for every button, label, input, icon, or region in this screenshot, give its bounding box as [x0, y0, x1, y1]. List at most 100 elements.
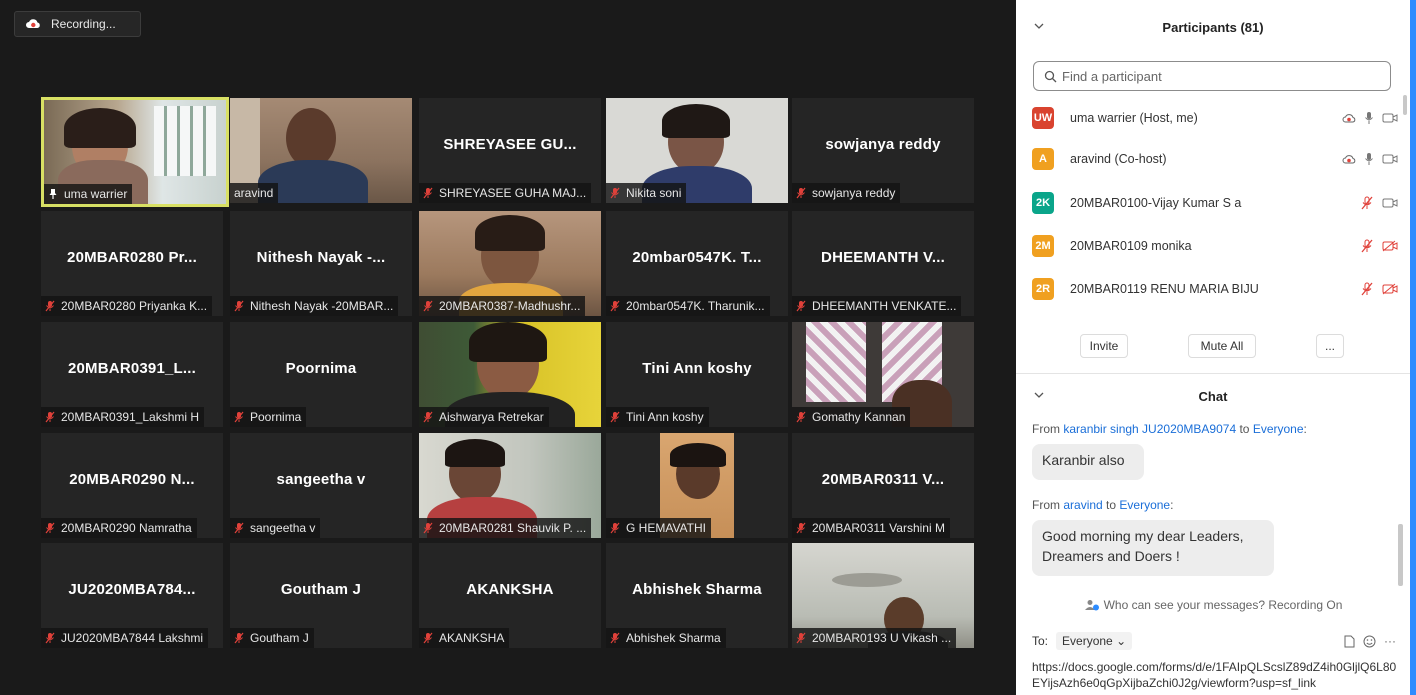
- participant-search-input[interactable]: Find a participant: [1033, 61, 1391, 91]
- participant-name-text: uma warrier: [64, 187, 128, 201]
- microphone-muted-icon: [423, 411, 433, 423]
- participant-name-text: 20MBAR0193 U Vikash ...: [812, 631, 952, 645]
- microphone-muted-icon: [796, 300, 806, 312]
- to-label: To:: [1032, 634, 1049, 648]
- more-options-icon[interactable]: ···: [1384, 634, 1396, 648]
- video-camera-icon[interactable]: [1382, 153, 1398, 165]
- video-tile[interactable]: Goutham J Goutham J: [230, 543, 412, 648]
- video-camera-off-icon[interactable]: [1382, 240, 1398, 252]
- microphone-muted-icon: [610, 411, 620, 423]
- chevron-down-icon[interactable]: [1034, 391, 1044, 399]
- recipient-dropdown[interactable]: Everyone ⌄: [1056, 632, 1133, 650]
- recipient-name[interactable]: Everyone: [1119, 498, 1170, 512]
- window-edge: [1410, 0, 1416, 695]
- participant-name-text: 20MBAR0281 Shauvik P. ...: [439, 521, 587, 535]
- microphone-icon[interactable]: [1364, 152, 1374, 166]
- video-camera-off-icon[interactable]: [1382, 283, 1398, 295]
- participant-row[interactable]: UW uma warrier (Host, me): [1032, 102, 1404, 134]
- microphone-muted-icon: [45, 300, 55, 312]
- video-tile[interactable]: 20MBAR0387-Madhushr...: [419, 211, 601, 316]
- video-camera-icon[interactable]: [1382, 197, 1398, 209]
- microphone-muted-icon: [45, 411, 55, 423]
- participants-scrollbar[interactable]: [1403, 95, 1407, 115]
- video-tile[interactable]: Nikita soni: [606, 98, 788, 203]
- microphone-muted-icon[interactable]: [1360, 239, 1374, 253]
- microphone-icon[interactable]: [1364, 111, 1374, 125]
- chat-scrollbar[interactable]: [1398, 524, 1403, 586]
- sender-name[interactable]: karanbir singh JU2020MBA9074: [1063, 422, 1236, 436]
- participant-name-text: 20MBAR0280 Priyanka K...: [61, 299, 208, 313]
- participant-name-label: 20MBAR0281 Shauvik P. ...: [419, 518, 592, 538]
- participant-name-text: sangeetha v: [250, 521, 316, 535]
- participant-name-text: 20MBAR0387-Madhushr...: [439, 299, 581, 313]
- avatar: 2R: [1032, 278, 1054, 300]
- microphone-muted-icon[interactable]: [1360, 196, 1374, 210]
- participant-display-name: SHREYASEE GU...: [443, 136, 577, 153]
- who-can-see-notice[interactable]: Who can see your messages? Recording On: [1016, 598, 1410, 612]
- participant-display-name: Nithesh Nayak -...: [256, 249, 386, 266]
- video-tile[interactable]: AKANKSHA AKANKSHA: [419, 543, 601, 648]
- video-tile[interactable]: 20MBAR0281 Shauvik P. ...: [419, 433, 601, 538]
- participants-title: Participants (81): [1162, 19, 1264, 35]
- divider: [1016, 373, 1410, 374]
- sender-name[interactable]: aravind: [1063, 498, 1102, 512]
- video-tile[interactable]: DHEEMANTH V... DHEEMANTH VENKATE...: [792, 211, 974, 316]
- participant-row[interactable]: 2K 20MBAR0100-Vijay Kumar S a: [1032, 187, 1404, 219]
- microphone-muted-icon: [796, 522, 806, 534]
- participant-row[interactable]: 2R 20MBAR0119 RENU MARIA BIJU: [1032, 273, 1404, 305]
- video-tile[interactable]: 20MBAR0193 U Vikash ...: [792, 543, 974, 648]
- participant-display-name: Poornima: [285, 360, 357, 377]
- video-tile[interactable]: 20MBAR0280 Pr... 20MBAR0280 Priyanka K...: [41, 211, 223, 316]
- participant-name-label: sangeetha v: [230, 518, 321, 538]
- video-tile[interactable]: JU2020MBA784... JU2020MBA7844 Lakshmi: [41, 543, 223, 648]
- video-tile[interactable]: 20mbar0547K. T... 20mbar0547K. Tharunik..…: [606, 211, 788, 316]
- invite-button[interactable]: Invite: [1080, 334, 1128, 358]
- recording-indicator[interactable]: Recording...: [14, 11, 141, 37]
- video-tile[interactable]: SHREYASEE GU... SHREYASEE GUHA MAJ...: [419, 98, 601, 203]
- emoji-icon[interactable]: [1363, 635, 1376, 648]
- microphone-muted-icon: [796, 187, 806, 199]
- video-tile[interactable]: Abhishek Sharma Abhishek Sharma: [606, 543, 788, 648]
- video-tile[interactable]: Poornima Poornima: [230, 322, 412, 427]
- participant-row[interactable]: Aaravind (Co-host): [1032, 143, 1404, 175]
- participant-name-label: aravind: [230, 183, 279, 203]
- participant-row[interactable]: 2M 20MBAR0109 monika: [1032, 230, 1404, 262]
- video-tile[interactable]: 20MBAR0311 V... 20MBAR0311 Varshini M: [792, 433, 974, 538]
- file-icon[interactable]: [1344, 635, 1355, 648]
- participant-display-name: 20MBAR0311 V...: [821, 471, 945, 488]
- recipient-name[interactable]: Everyone: [1253, 422, 1304, 436]
- participant-name-label: SHREYASEE GUHA MAJ...: [419, 183, 592, 203]
- microphone-muted-icon[interactable]: [1360, 282, 1374, 296]
- video-tile[interactable]: Nithesh Nayak -... Nithesh Nayak -20MBAR.…: [230, 211, 412, 316]
- chat-input[interactable]: https://docs.google.com/forms/d/e/1FAIpQ…: [1032, 659, 1404, 691]
- video-tile[interactable]: Tini Ann koshy Tini Ann koshy: [606, 322, 788, 427]
- participant-name-label: 20MBAR0280 Priyanka K...: [41, 296, 213, 316]
- video-tile[interactable]: sangeetha v sangeetha v: [230, 433, 412, 538]
- chat-header: Chat: [1016, 379, 1410, 413]
- participant-name-label: Nikita soni: [606, 183, 687, 203]
- participant-display-name: Abhishek Sharma: [632, 581, 762, 598]
- cloud-record-icon: [1342, 114, 1356, 123]
- video-tile[interactable]: 20MBAR0290 N... 20MBAR0290 Namratha: [41, 433, 223, 538]
- participant-name-text: AKANKSHA: [439, 631, 505, 645]
- video-tile[interactable]: G HEMAVATHI: [606, 433, 788, 538]
- video-tile[interactable]: sowjanya reddy sowjanya reddy: [792, 98, 974, 203]
- participant-name-label: AKANKSHA: [419, 628, 510, 648]
- video-camera-icon[interactable]: [1382, 112, 1398, 124]
- participant-name-label: Poornima: [230, 407, 307, 427]
- more-button[interactable]: ...: [1316, 334, 1344, 358]
- video-tile[interactable]: Aishwarya Retrekar: [419, 322, 601, 427]
- participant-name-label: 20MBAR0193 U Vikash ...: [792, 628, 957, 648]
- video-tile[interactable]: uma warrier: [41, 97, 229, 207]
- recipient-row: To: Everyone ⌄ ···: [1032, 631, 1404, 651]
- video-tile[interactable]: Gomathy Kannan: [792, 322, 974, 427]
- video-tile[interactable]: aravind: [230, 98, 412, 203]
- chevron-down-icon[interactable]: [1034, 22, 1044, 30]
- side-panel: Participants (81) Find a participant UW u…: [1016, 0, 1410, 695]
- video-tile[interactable]: 20MBAR0391_L... 20MBAR0391_Lakshmi H: [41, 322, 223, 427]
- participant-name-text: 20mbar0547K. Tharunik...: [626, 299, 765, 313]
- mute-all-button[interactable]: Mute All: [1188, 334, 1256, 358]
- participant-name-text: Goutham J: [250, 631, 309, 645]
- microphone-muted-icon: [610, 300, 620, 312]
- search-icon: [1044, 70, 1057, 82]
